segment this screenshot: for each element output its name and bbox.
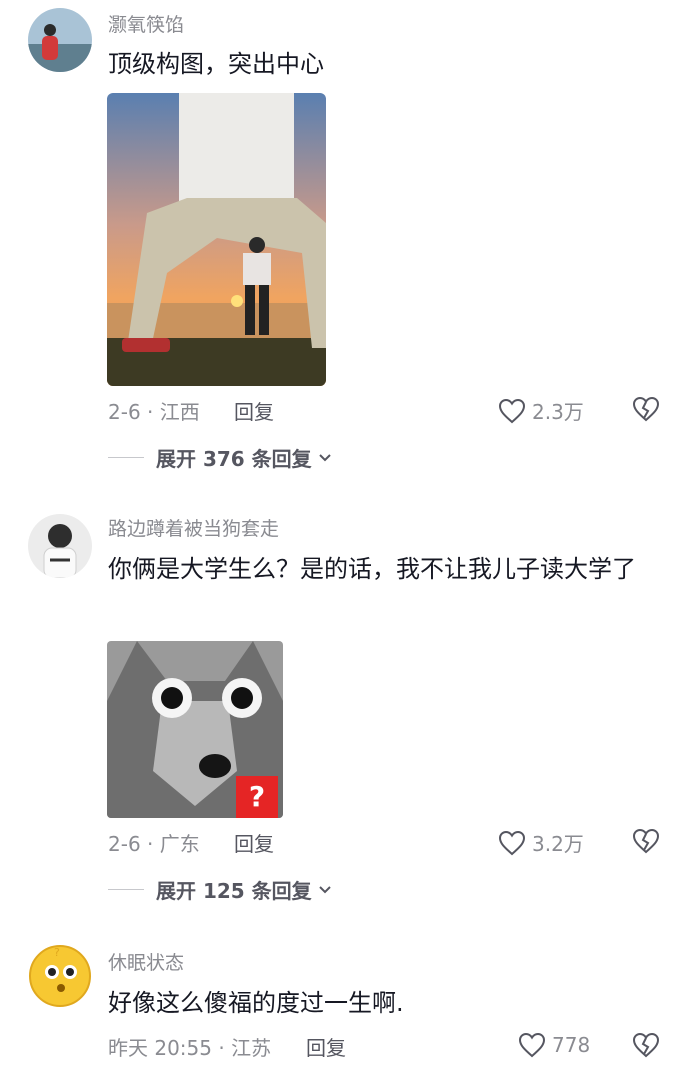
avatar[interactable] [28, 8, 92, 72]
comment-photo[interactable] [107, 93, 326, 386]
divider-line [108, 457, 144, 458]
broken-heart-icon [632, 828, 660, 854]
heart-icon [518, 1032, 546, 1058]
comment-username[interactable]: 路边蹲着被当狗套走 [108, 514, 279, 541]
sticker-badge: ? [236, 776, 278, 818]
comment-item: 路边蹲着被当狗套走 你俩是大学生么？是的话，我不让我儿子读大学了 ? 2-6 ·… [0, 504, 690, 924]
like-count: 2.3万 [532, 400, 584, 424]
broken-heart-icon [632, 396, 660, 422]
heart-icon [498, 830, 526, 855]
comment-item: 灏氧筷馅 顶级构图，突出中心 2-6 · 江西 回复 2.3万 展开 376 条… [0, 0, 690, 480]
comment-text: 顶级构图，突出中心 [108, 50, 324, 78]
chevron-down-icon [318, 885, 331, 893]
expand-replies-button[interactable]: 展开 125 条回复 [108, 875, 332, 904]
like-button[interactable]: 2.3万 [498, 396, 584, 425]
dislike-button[interactable] [632, 396, 660, 422]
like-button[interactable]: 778 [518, 1032, 590, 1058]
comment-date-location: 昨天 20:55 · 江苏 [108, 1036, 272, 1060]
comment-username[interactable]: 灏氧筷馅 [108, 10, 184, 37]
like-count: 3.2万 [532, 832, 584, 856]
like-count: 778 [552, 1033, 591, 1057]
divider-line [108, 889, 144, 890]
reply-button[interactable]: 回复 [234, 828, 274, 857]
expand-replies-button[interactable]: 展开 376 条回复 [108, 443, 332, 472]
expand-replies-label: 展开 125 条回复 [156, 879, 312, 903]
dislike-button[interactable] [632, 828, 660, 854]
comment-text: 好像这么傻福的度过一生啊. [108, 989, 404, 1017]
comment-text: 你俩是大学生么？是的话，我不让我儿子读大学了 [108, 555, 636, 583]
avatar[interactable]: ? [28, 944, 92, 1008]
comment-item: ? 休眠状态 好像这么傻福的度过一生啊. 昨天 20:55 · 江苏 回复 77… [0, 938, 690, 1073]
reply-button[interactable]: 回复 [306, 1032, 346, 1061]
comment-date-location: 2-6 · 江西 [108, 400, 200, 424]
like-button[interactable]: 3.2万 [498, 828, 584, 857]
reply-button[interactable]: 回复 [234, 396, 274, 425]
comment-sticker[interactable]: ? [107, 641, 283, 818]
expand-replies-label: 展开 376 条回复 [156, 447, 312, 471]
broken-heart-icon [632, 1032, 660, 1058]
dislike-button[interactable] [632, 1032, 660, 1058]
avatar[interactable] [28, 514, 92, 578]
comment-username[interactable]: 休眠状态 [108, 948, 184, 975]
comment-date-location: 2-6 · 广东 [108, 832, 200, 856]
svg-text:?: ? [54, 946, 60, 959]
chevron-down-icon [318, 453, 331, 461]
heart-icon [498, 398, 526, 423]
